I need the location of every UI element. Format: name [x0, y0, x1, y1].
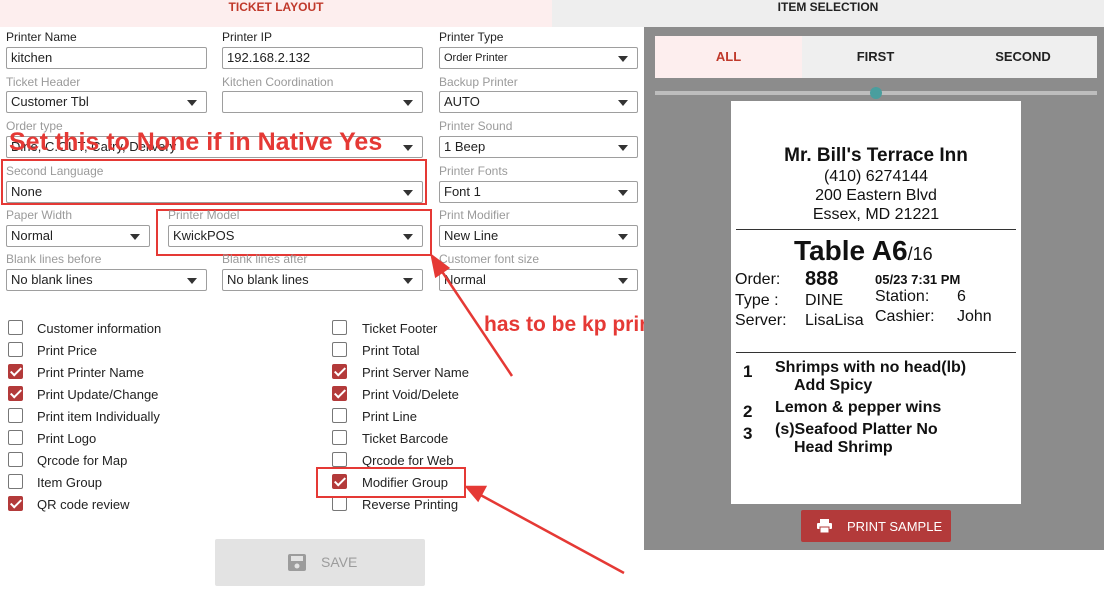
- arrow-to-modifier-group: [474, 490, 625, 575]
- print-sample-label: PRINT SAMPLE: [847, 519, 943, 534]
- receipt-cashier-value: John: [957, 308, 992, 325]
- segment-first[interactable]: FIRST: [802, 36, 949, 78]
- arrow-to-printer-model: [435, 263, 514, 377]
- arrow-head-modifier-group: [464, 485, 488, 503]
- receipt-item-text: (s)Seafood Platter No: [775, 421, 938, 438]
- slider-thumb[interactable]: [870, 87, 882, 99]
- receipt-divider: [736, 229, 1016, 230]
- receipt-item-text: Shrimps with no head(lb): [775, 359, 967, 376]
- receipt-item-text: Add Spicy: [794, 377, 873, 394]
- save-label: SAVE: [321, 554, 358, 570]
- receipt-server-label: Server:: [735, 312, 787, 329]
- receipt-datetime: 05/23 7:31 PM: [875, 272, 961, 287]
- receipt-divider: [736, 352, 1016, 353]
- receipt-table-suffix: /16: [907, 244, 933, 264]
- segment-second[interactable]: SECOND: [949, 36, 1097, 78]
- receipt-order-label: Order:: [735, 271, 781, 288]
- receipt-table: Table A6/16: [794, 235, 933, 267]
- receipt-station-label: Station:: [875, 288, 930, 305]
- receipt-address-2: Essex, MD 21221: [812, 206, 940, 223]
- receipt-order-number: 888: [805, 268, 839, 290]
- arrow-head-printer-model: [430, 253, 451, 279]
- receipt-item-text: Head Shrimp: [794, 439, 893, 456]
- receipt-station-value: 6: [957, 288, 966, 305]
- receipt-server-value: LisaLisa: [805, 312, 864, 329]
- receipt-item-qty: 3: [743, 424, 753, 443]
- receipt-type-value: DINE: [805, 292, 844, 309]
- save-icon: [288, 554, 306, 571]
- receipt-preview: Mr. Bill's Terrace Inn (410) 6274144 200…: [731, 101, 1021, 504]
- receipt-table-name: Table A6: [794, 235, 908, 266]
- receipt-item-text: Lemon & pepper wins: [775, 399, 942, 416]
- receipt-item-qty: 2: [743, 402, 753, 421]
- receipt-address-1: 200 Eastern Blvd: [815, 187, 937, 204]
- receipt-type-label: Type :: [735, 292, 779, 309]
- printer-icon: [817, 519, 832, 533]
- segment-all[interactable]: ALL: [655, 36, 802, 78]
- receipt-item-qty: 1: [743, 362, 753, 381]
- print-sample-button[interactable]: PRINT SAMPLE: [801, 510, 951, 542]
- save-button[interactable]: SAVE: [215, 539, 425, 586]
- receipt-store-name: Mr. Bill's Terrace Inn: [784, 145, 968, 166]
- receipt-cashier-label: Cashier:: [875, 308, 935, 325]
- receipt-phone: (410) 6274144: [823, 168, 929, 185]
